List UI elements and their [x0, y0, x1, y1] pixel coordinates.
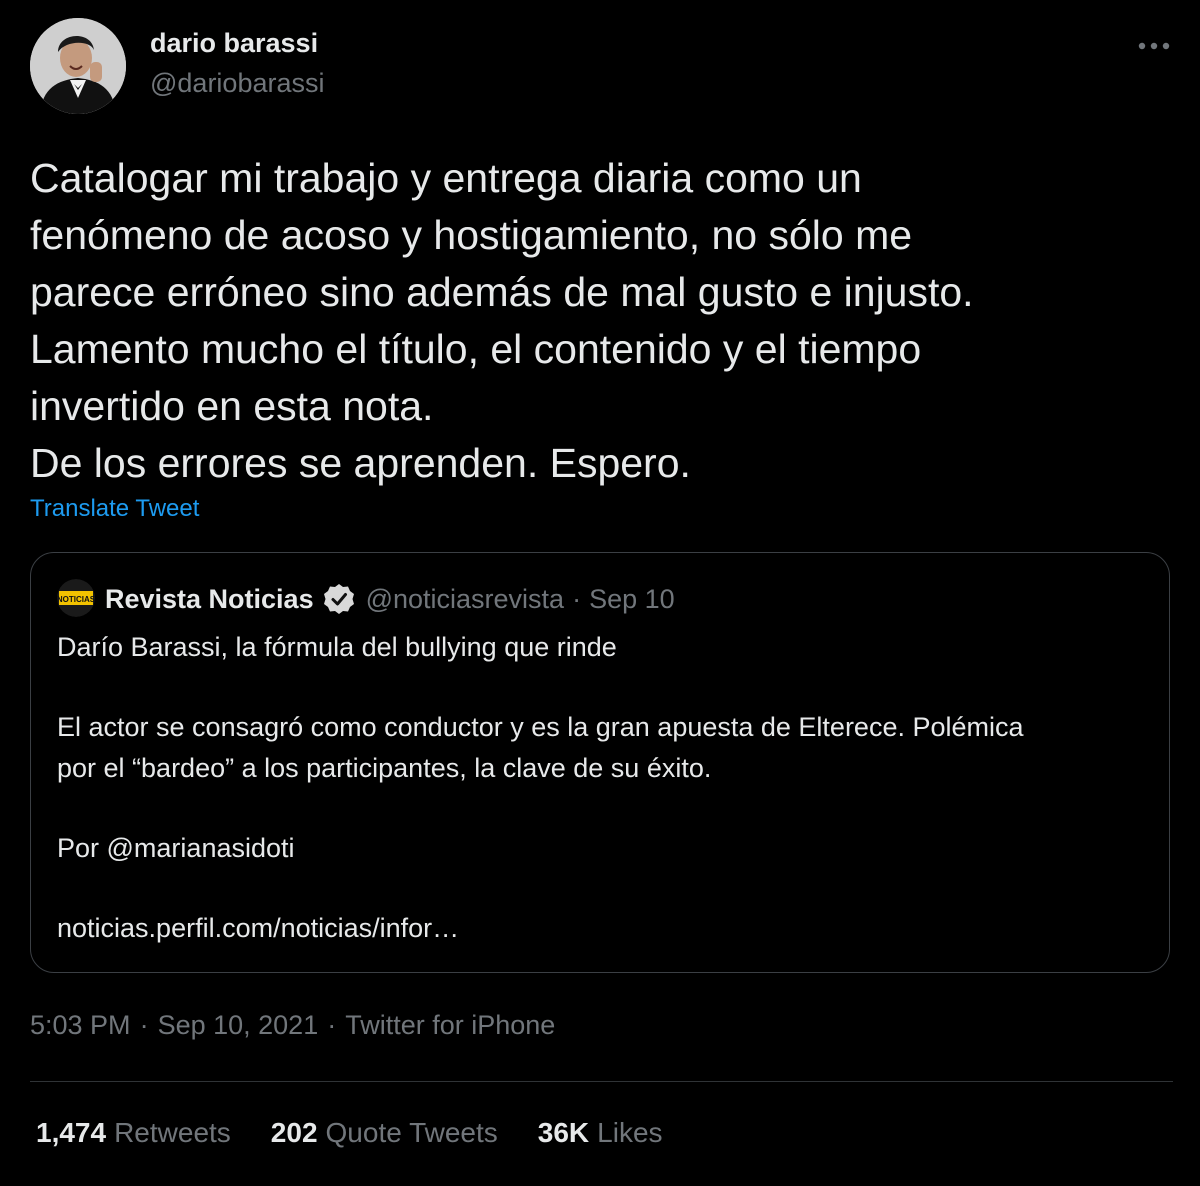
quoted-tweet-text: Darío Barassi, la fórmula del bullying q…: [57, 627, 1147, 949]
tweet-text-line: De los errores se aprenden. Espero.: [30, 440, 691, 486]
quoted-tweet-link: noticias.perfil.com/noticias/infor…: [57, 913, 460, 943]
translate-tweet-link[interactable]: Translate Tweet: [30, 495, 199, 523]
tweet-text-line: Catalogar mi trabajo y entrega diaria co…: [30, 155, 862, 201]
quoted-author-handle[interactable]: @noticiasrevista: [366, 584, 564, 615]
tweet-text-line: invertido en esta nota.: [30, 383, 434, 429]
quoted-author-avatar[interactable]: NOTICIAS: [57, 579, 95, 617]
tweet-date[interactable]: Sep 10, 2021: [158, 1010, 319, 1041]
more-horizontal-icon: [1138, 42, 1170, 50]
author-handle[interactable]: @dariobarassi: [150, 68, 325, 99]
author-avatar[interactable]: [30, 18, 126, 114]
noticias-logo-icon: NOTICIAS: [57, 579, 95, 617]
quoted-text-blank-line: [57, 789, 1147, 828]
quoted-text-line: Darío Barassi, la fórmula del bullying q…: [57, 632, 617, 662]
more-options-button[interactable]: [1134, 30, 1174, 62]
quoted-author-name[interactable]: Revista Noticias: [105, 584, 314, 615]
retweets-stat[interactable]: 1,474 Retweets: [36, 1117, 231, 1149]
quoted-text-line: El actor se consagró como conductor y es…: [57, 712, 1024, 742]
tweet-source[interactable]: Twitter for iPhone: [345, 1010, 555, 1041]
author-avatar-image: [30, 18, 126, 114]
tweet-metadata: 5:03 PM · Sep 10, 2021 · Twitter for iPh…: [30, 1010, 555, 1041]
tweet-text-line: parece erróneo sino además de mal gusto …: [30, 269, 974, 315]
tweet-text-line: Lamento mucho el título, el contenido y …: [30, 326, 922, 372]
quoted-text-blank-line: [57, 668, 1147, 707]
tweet-text-line: fenómeno de acoso y hostigamiento, no só…: [30, 212, 913, 258]
quote-tweets-label: Quote Tweets: [325, 1117, 498, 1148]
quote-tweets-count: 202: [270, 1117, 318, 1148]
quoted-header-separator: ·: [572, 583, 582, 614]
meta-separator: ·: [327, 1010, 337, 1040]
author-name[interactable]: dario barassi: [150, 28, 318, 59]
quoted-text-blank-line: [57, 869, 1147, 908]
likes-count: 36K: [537, 1117, 590, 1148]
divider: [30, 1081, 1173, 1082]
verified-badge-icon: [323, 584, 354, 614]
quoted-tweet-card[interactable]: NOTICIAS Revista Noticias @noticiasrevis…: [30, 552, 1170, 973]
quoted-text-line: Por @marianasidoti: [57, 833, 295, 863]
likes-label: Likes: [597, 1117, 663, 1148]
meta-separator: ·: [139, 1010, 149, 1040]
likes-stat[interactable]: 36K Likes: [538, 1117, 663, 1149]
quote-tweets-stat[interactable]: 202 Quote Tweets: [271, 1117, 498, 1149]
tweet-stats: 1,474 Retweets 202 Quote Tweets 36K Likes: [36, 1117, 703, 1149]
quoted-avatar-text: NOTICIAS: [57, 595, 95, 604]
quoted-tweet-header: Revista Noticias @noticiasrevista · Sep …: [105, 581, 675, 617]
quoted-tweet-date[interactable]: Sep 10: [589, 584, 675, 615]
retweets-label: Retweets: [114, 1117, 231, 1148]
tweet-text: Catalogar mi trabajo y entrega diaria co…: [30, 150, 1180, 492]
retweets-count: 1,474: [36, 1117, 107, 1148]
tweet-time[interactable]: 5:03 PM: [30, 1010, 131, 1041]
quoted-text-line: por el “bardeo” a los participantes, la …: [57, 753, 712, 783]
